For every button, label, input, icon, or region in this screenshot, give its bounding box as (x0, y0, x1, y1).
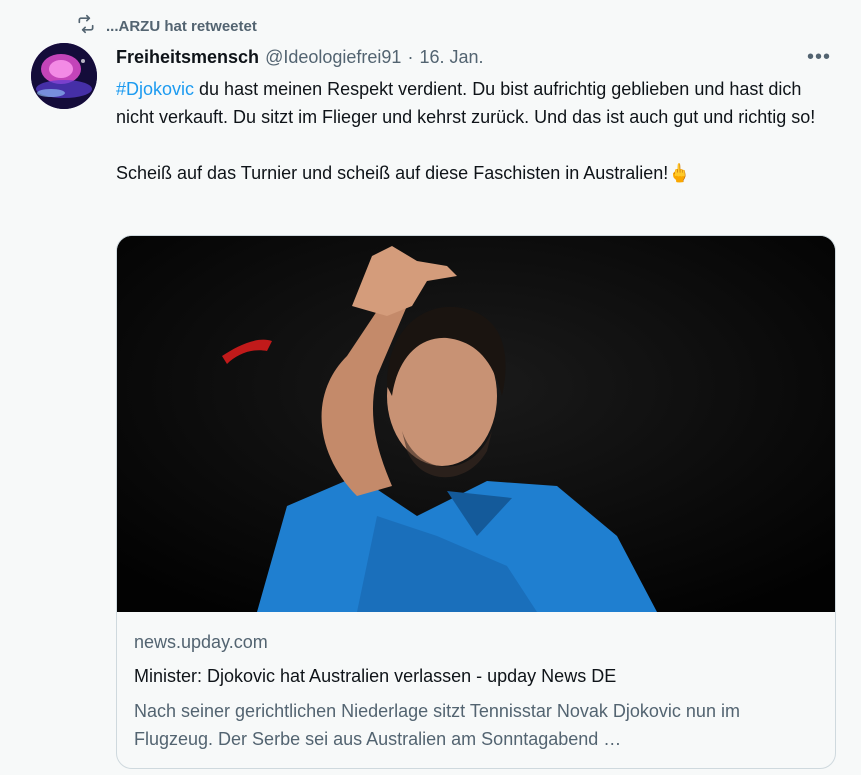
card-body: news.upday.com Minister: Djokovic hat Au… (134, 630, 818, 753)
tweet[interactable]: ...ARZU hat retweetet Freiheitsmensch @I… (0, 0, 861, 775)
header-separator: · (407, 46, 414, 67)
retweet-icon (76, 14, 96, 38)
author-handle[interactable]: @Ideologiefrei91 (265, 47, 401, 68)
tweet-paragraph-1: #Djokovic du hast meinen Respekt verdien… (116, 75, 836, 131)
more-options-icon[interactable]: ••• (807, 44, 831, 70)
link-card[interactable]: news.upday.com Minister: Djokovic hat Au… (116, 235, 836, 769)
card-image[interactable] (117, 236, 835, 612)
retweet-indicator: ...ARZU hat retweetet (76, 14, 257, 38)
tweet-paragraph-2: Scheiß auf das Turnier und scheiß auf di… (116, 159, 836, 187)
retweet-label[interactable]: ...ARZU hat retweetet (106, 18, 257, 35)
tweet-text-2: Scheiß auf das Turnier und scheiß auf di… (116, 163, 669, 183)
author-name[interactable]: Freiheitsmensch (116, 47, 259, 68)
tweet-header: Freiheitsmensch @Ideologiefrei91 · 16. J… (116, 44, 831, 70)
avatar[interactable] (31, 43, 97, 109)
card-domain: news.upday.com (134, 632, 268, 652)
emoji: 🖕 (668, 163, 691, 183)
card-description: Nach seiner gerichtlichen Niederlage sit… (134, 701, 740, 749)
tweet-text-1: du hast meinen Respekt verdient. Du bist… (116, 79, 816, 127)
tweet-text: #Djokovic du hast meinen Respekt verdien… (116, 75, 836, 187)
hashtag-link[interactable]: #Djokovic (116, 79, 194, 99)
tweet-date[interactable]: 16. Jan. (419, 47, 483, 68)
card-title[interactable]: Minister: Djokovic hat Australien verlas… (134, 664, 818, 688)
